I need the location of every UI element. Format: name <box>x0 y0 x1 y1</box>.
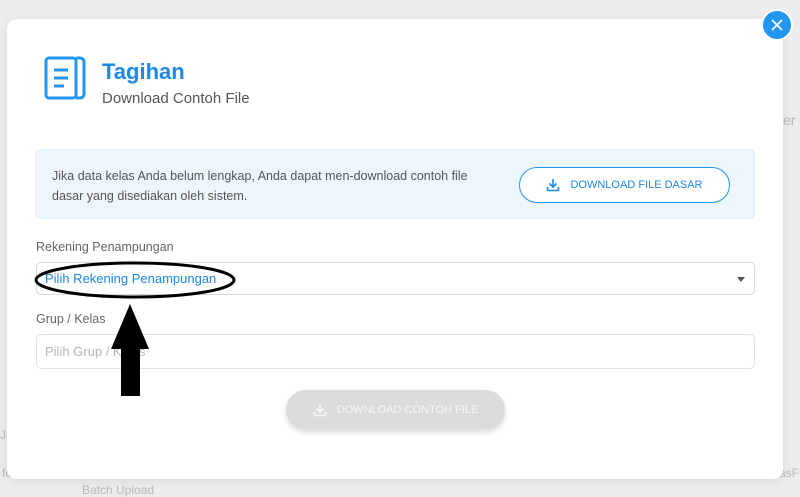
download-contoh-file-button[interactable]: DOWNLOAD CONTOH FILE <box>286 390 505 429</box>
info-text: Jika data kelas Anda belum lengkap, Anda… <box>52 169 468 203</box>
download-icon <box>313 403 327 416</box>
rekening-select-value: Pilih Rekening Penampungan <box>45 271 217 286</box>
caret-down-icon <box>737 277 745 282</box>
close-button[interactable] <box>761 9 793 41</box>
close-icon <box>771 19 783 31</box>
modal-title: Tagihan <box>102 59 185 84</box>
background-fragment: Batch Upload <box>82 483 155 497</box>
rekening-label: Rekening Penampungan <box>36 240 174 254</box>
download-modal: Tagihan Download Contoh File Jika data k… <box>7 19 783 479</box>
document-icon <box>44 56 86 100</box>
download-icon <box>547 179 560 192</box>
info-box: Jika data kelas Anda belum lengkap, Anda… <box>35 149 755 219</box>
modal-subtitle: Download Contoh File <box>102 90 250 107</box>
grup-kelas-input[interactable] <box>36 334 755 369</box>
rekening-select[interactable]: Pilih Rekening Penampungan <box>36 262 755 295</box>
download-file-dasar-button[interactable]: DOWNLOAD FILE DASAR <box>519 167 730 203</box>
background-fragment: er <box>783 112 796 128</box>
download-file-dasar-label: DOWNLOAD FILE DASAR <box>570 179 703 191</box>
download-contoh-file-label: DOWNLOAD CONTOH FILE <box>336 403 479 416</box>
grup-label: Grup / Kelas <box>36 312 106 326</box>
background-fragment: J <box>0 428 6 442</box>
